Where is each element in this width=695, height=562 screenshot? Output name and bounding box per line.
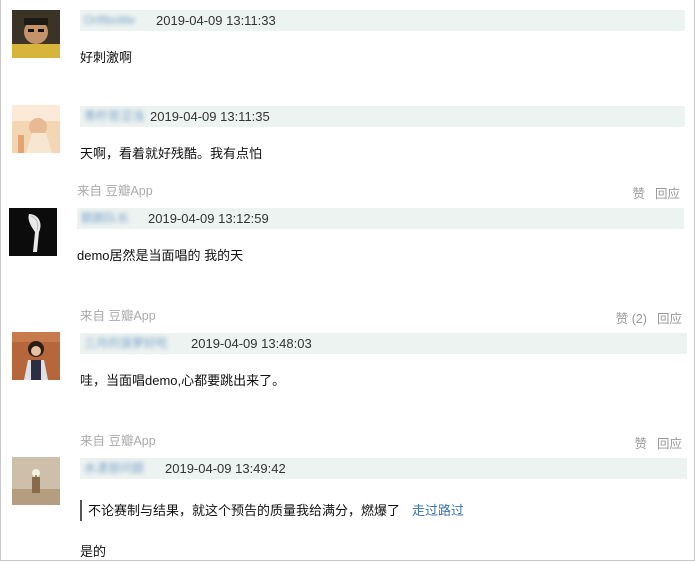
quoted-reply: 不论赛制与结果，就这个预告的质量我给满分，燃爆了 走过路过 (80, 500, 464, 521)
reply-button[interactable]: 回应 (655, 187, 680, 201)
comment-meta: 三月的菠萝好吃 2019-04-09 13:48:03 (80, 333, 687, 354)
reply-button[interactable]: 回应 (657, 312, 682, 326)
comment-meta: 青柠苦涩浅 2019-04-09 13:11:35 (80, 106, 685, 127)
comment-text: 天啊，看着就好残酷。我有点怕 (80, 146, 263, 161)
avatar[interactable] (9, 208, 57, 256)
comment-time: 2019-04-09 13:11:33 (156, 13, 276, 28)
author-link[interactable]: 水漾部问题 (84, 458, 144, 479)
avatar[interactable] (12, 332, 60, 380)
comment-actions: 赞回应 (622, 183, 680, 202)
comment-meta: 水漾部问题 2019-04-09 13:49:42 (80, 458, 687, 479)
comment-meta: 鹅鹅队长 2019-04-09 13:12:59 (77, 208, 684, 229)
like-button[interactable]: 赞 (2) (616, 312, 647, 326)
quoted-text: 不论赛制与结果，就这个预告的质量我给满分，燃爆了 (88, 503, 401, 518)
like-button[interactable]: 赞 (632, 187, 645, 201)
author-link[interactable]: 青柠苦涩浅 (84, 106, 144, 127)
comment-time: 2019-04-09 13:11:35 (150, 109, 270, 124)
comment-actions: 赞回应 (624, 433, 682, 452)
reply-button[interactable]: 回应 (657, 437, 682, 451)
comment-source: 来自 豆瓣App (80, 434, 156, 448)
comment-time: 2019-04-09 13:48:03 (191, 336, 312, 351)
comment-time: 2019-04-09 13:12:59 (148, 211, 269, 226)
avatar[interactable] (12, 457, 60, 505)
quoted-author-link[interactable]: 走过路过 (412, 503, 464, 518)
comment-time: 2019-04-09 13:49:42 (165, 461, 286, 476)
comment-meta: Driftbottle 2019-04-09 13:11:33 (80, 10, 685, 31)
comment-source: 来自 豆瓣App (77, 184, 153, 198)
author-link[interactable]: 鹅鹅队长 (81, 208, 129, 229)
comment-text: demo居然是当面唱的 我的天 (77, 248, 244, 263)
comment-text: 哇，当面唱demo,心都要跳出来了。 (80, 373, 286, 388)
author-link[interactable]: Driftbottle (84, 10, 135, 31)
avatar[interactable] (12, 105, 60, 153)
comment-text: 是的 (80, 544, 107, 559)
comment-source: 来自 豆瓣App (80, 309, 156, 323)
comment-text: 好刺激啊 (80, 50, 133, 65)
comment-actions: 赞 (2) 回应 (606, 308, 682, 327)
like-button[interactable]: 赞 (634, 437, 647, 451)
author-link[interactable]: 三月的菠萝好吃 (84, 333, 168, 354)
avatar[interactable] (12, 10, 60, 58)
